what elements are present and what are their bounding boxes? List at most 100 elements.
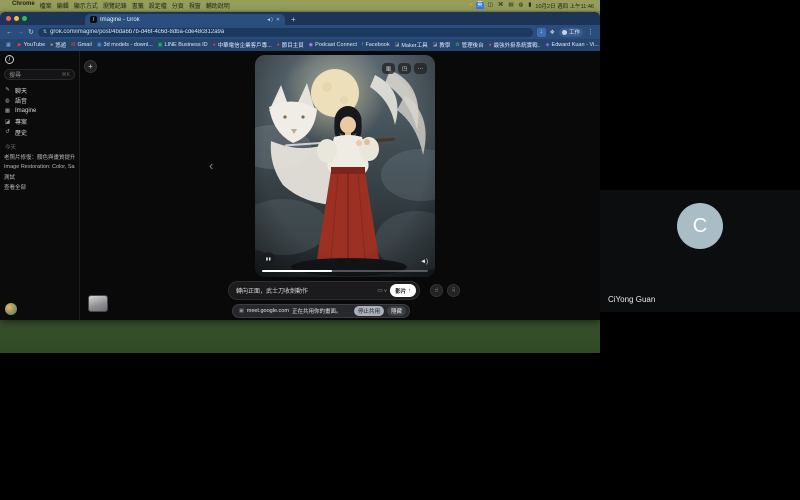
hide-banner-button[interactable]: 隱藏	[387, 306, 406, 316]
bookmark-item[interactable]: ◪ 教學	[433, 41, 451, 49]
window-controls	[6, 12, 27, 25]
sidebar-nav-item[interactable]: ↺ 歷史	[4, 127, 75, 138]
tab-audio-icon[interactable]: ◄)	[266, 17, 273, 23]
search-placeholder: 搜尋	[9, 70, 21, 79]
floating-thumbnail[interactable]	[88, 295, 108, 312]
status-icon[interactable]: ⌘	[497, 2, 505, 9]
bookmark-item[interactable]: ▶ YouTube	[18, 41, 45, 49]
bookmark-favicon: ◉	[309, 42, 313, 48]
sidebar-nav-item[interactable]: ◪ 專案	[4, 117, 75, 128]
menubar-menu-item[interactable]: 檔案	[40, 1, 52, 10]
bookmark-favicon: ●	[213, 42, 216, 48]
sidebar-nav-item[interactable]: ▦ Imagine	[4, 106, 75, 117]
menubar-menu-item[interactable]: 顯示方式	[74, 1, 98, 10]
close-window-button[interactable]	[6, 16, 11, 21]
profile-chip[interactable]: 工作	[559, 28, 583, 37]
bookmark-item[interactable]: ✿ 管理後台	[455, 41, 483, 49]
zoom-window-button[interactable]	[22, 16, 27, 21]
menubar-menu-item[interactable]: 分頁	[172, 1, 184, 10]
card-action-button[interactable]: ▥	[382, 63, 395, 74]
bookmark-item[interactable]: ● 最強外掛系統實戰..	[489, 41, 541, 49]
menubar-menu-item[interactable]: Chrome	[12, 1, 35, 10]
bookmark-item[interactable]: ▣ LINE Business ID	[158, 41, 208, 49]
volume-icon[interactable]: ◄)	[420, 259, 428, 265]
prompt-input-bar[interactable]: 轉向正面，武士刀收劍動作 ▭ ∨ 影片 ↑	[228, 281, 420, 300]
menubar-menu-item[interactable]: 視窗	[189, 1, 201, 10]
bookmark-favicon: ●	[50, 42, 53, 48]
new-image-button[interactable]: +	[84, 60, 97, 73]
dislike-button[interactable]: ☟	[447, 284, 460, 297]
bookmark-item[interactable]: ◉ Podcast Connect	[309, 41, 357, 49]
generate-video-button[interactable]: 影片 ↑	[390, 284, 416, 297]
generate-video-label: 影片	[395, 287, 406, 295]
participant-video-tile[interactable]: C CiYong Guan	[600, 190, 800, 312]
status-icon[interactable]: ▮	[527, 2, 532, 9]
search-input[interactable]: 搜尋 ⌘K	[4, 69, 75, 80]
reload-button[interactable]: ↻	[28, 28, 34, 36]
card-action-button[interactable]: ⋯	[414, 63, 427, 74]
status-icon[interactable]: ◫	[487, 2, 494, 9]
new-tab-button[interactable]: +	[291, 14, 296, 25]
back-button[interactable]: ←	[6, 29, 13, 36]
status-icon[interactable]: ◍	[518, 2, 525, 9]
generated-video-card[interactable]: ▥◳⋯ ▮▮ ◄)	[255, 55, 435, 277]
sidebar-nav-item[interactable]: ✎ 聊天	[4, 85, 75, 96]
bookmark-item[interactable]: ◆ Edward Kuan - Vi...	[546, 41, 599, 49]
menubar-menu-item[interactable]: 設定檔	[149, 1, 167, 10]
address-bar[interactable]: ⇅ grok.com/imagine/post/4bda6b7b-d46f-4c…	[38, 28, 533, 37]
sidebar-nav-label: 歷史	[15, 128, 27, 137]
bookmark-item[interactable]: f Facebook	[362, 41, 390, 49]
user-avatar[interactable]	[5, 303, 17, 315]
grok-logo-icon[interactable]: /	[5, 55, 14, 64]
history-item[interactable]: 測試	[4, 172, 75, 182]
menubar-clock[interactable]: 10月2日 週四 上午11:46	[535, 2, 594, 10]
menubar-menu-item[interactable]: 瀏覽記錄	[103, 1, 127, 10]
bookmark-item[interactable]: ◪ Maker工具	[395, 41, 428, 49]
like-button[interactable]: ☝	[430, 284, 443, 297]
menubar-menu-item[interactable]: 書籤	[132, 1, 144, 10]
sidebar-nav-item[interactable]: ◍ 語音	[4, 96, 75, 107]
forward-button[interactable]: →	[17, 29, 24, 36]
bookmark-item[interactable]: ▣ 3d models - downl...	[97, 41, 153, 49]
menubar-menu-item[interactable]: 輔助說明	[206, 1, 230, 10]
extensions-icon[interactable]: ❖	[550, 29, 555, 36]
minimize-window-button[interactable]	[14, 16, 19, 21]
meeting-video-frame: Chrome檔案編輯顯示方式瀏覽記錄書籤設定檔分頁視窗輔助說明 ●英◫⌘▤◍▮ …	[0, 0, 800, 500]
site-settings-icon[interactable]: ⇅	[43, 29, 47, 35]
history-item[interactable]: 老照片修復：顏色與畫質提升?!	[4, 152, 75, 162]
bookmark-item[interactable]: ● 悠遊	[50, 41, 66, 49]
bookmark-item[interactable]: M Gmail	[71, 41, 92, 49]
bookmark-favicon: M	[71, 42, 75, 48]
history-item[interactable]: Image Restoration: Color, Sa	[4, 162, 75, 172]
prompt-text[interactable]: 轉向正面，武士刀收劍動作	[236, 286, 377, 295]
menubar-menu-item[interactable]: 編輯	[57, 1, 69, 10]
bookmark-item[interactable]: ● 中華電信企業客戶專...	[213, 41, 272, 49]
chrome-menu-icon[interactable]: ⋮	[587, 28, 594, 36]
bookmark-label: 悠遊	[55, 41, 66, 49]
sidebar-nav-label: Imagine	[15, 108, 36, 114]
pause-button[interactable]: ▮▮	[262, 252, 275, 265]
tab-close-icon[interactable]: ✕	[276, 17, 280, 23]
screen-share-banner: ▣ meet.google.com 正在共用你的畫面。 停止共用 隱藏	[232, 304, 410, 318]
video-progress-bar[interactable]	[262, 270, 428, 272]
history-item[interactable]: 查看全部	[4, 182, 75, 192]
previous-image-arrow[interactable]: ‹	[209, 158, 213, 173]
chrome-window: / Imagine - Grok ◄) ✕ + ← → ↻ ⇅ grok.com…	[0, 12, 600, 320]
menubar-menus: Chrome 檔案編輯顯示方式瀏覽記錄書籤設定檔分頁視窗輔助說明	[12, 1, 230, 10]
stop-sharing-button[interactable]: 停止共用	[354, 306, 384, 316]
browser-tab[interactable]: / Imagine - Grok ◄) ✕	[85, 14, 285, 25]
downloads-icon[interactable]: ↓	[537, 28, 546, 37]
bookmark-item[interactable]: ● 節目主頁	[277, 41, 304, 49]
bookmark-item[interactable]: ▦	[6, 41, 13, 49]
video-progress-fill	[262, 270, 332, 272]
bookmark-favicon: ◪	[433, 42, 438, 48]
aspect-ratio-icon[interactable]: ▭	[377, 288, 382, 294]
status-icon[interactable]: ●	[468, 2, 473, 9]
status-icon[interactable]: ▤	[507, 2, 514, 9]
chevron-down-icon[interactable]: ∨	[384, 288, 388, 294]
history-section-label: 今天	[5, 143, 75, 151]
bookmark-label: 中華電信企業客戶專...	[218, 41, 272, 49]
status-icon[interactable]: 英	[476, 2, 484, 9]
card-action-button[interactable]: ◳	[398, 63, 411, 74]
tab-strip: / Imagine - Grok ◄) ✕ +	[0, 12, 600, 25]
